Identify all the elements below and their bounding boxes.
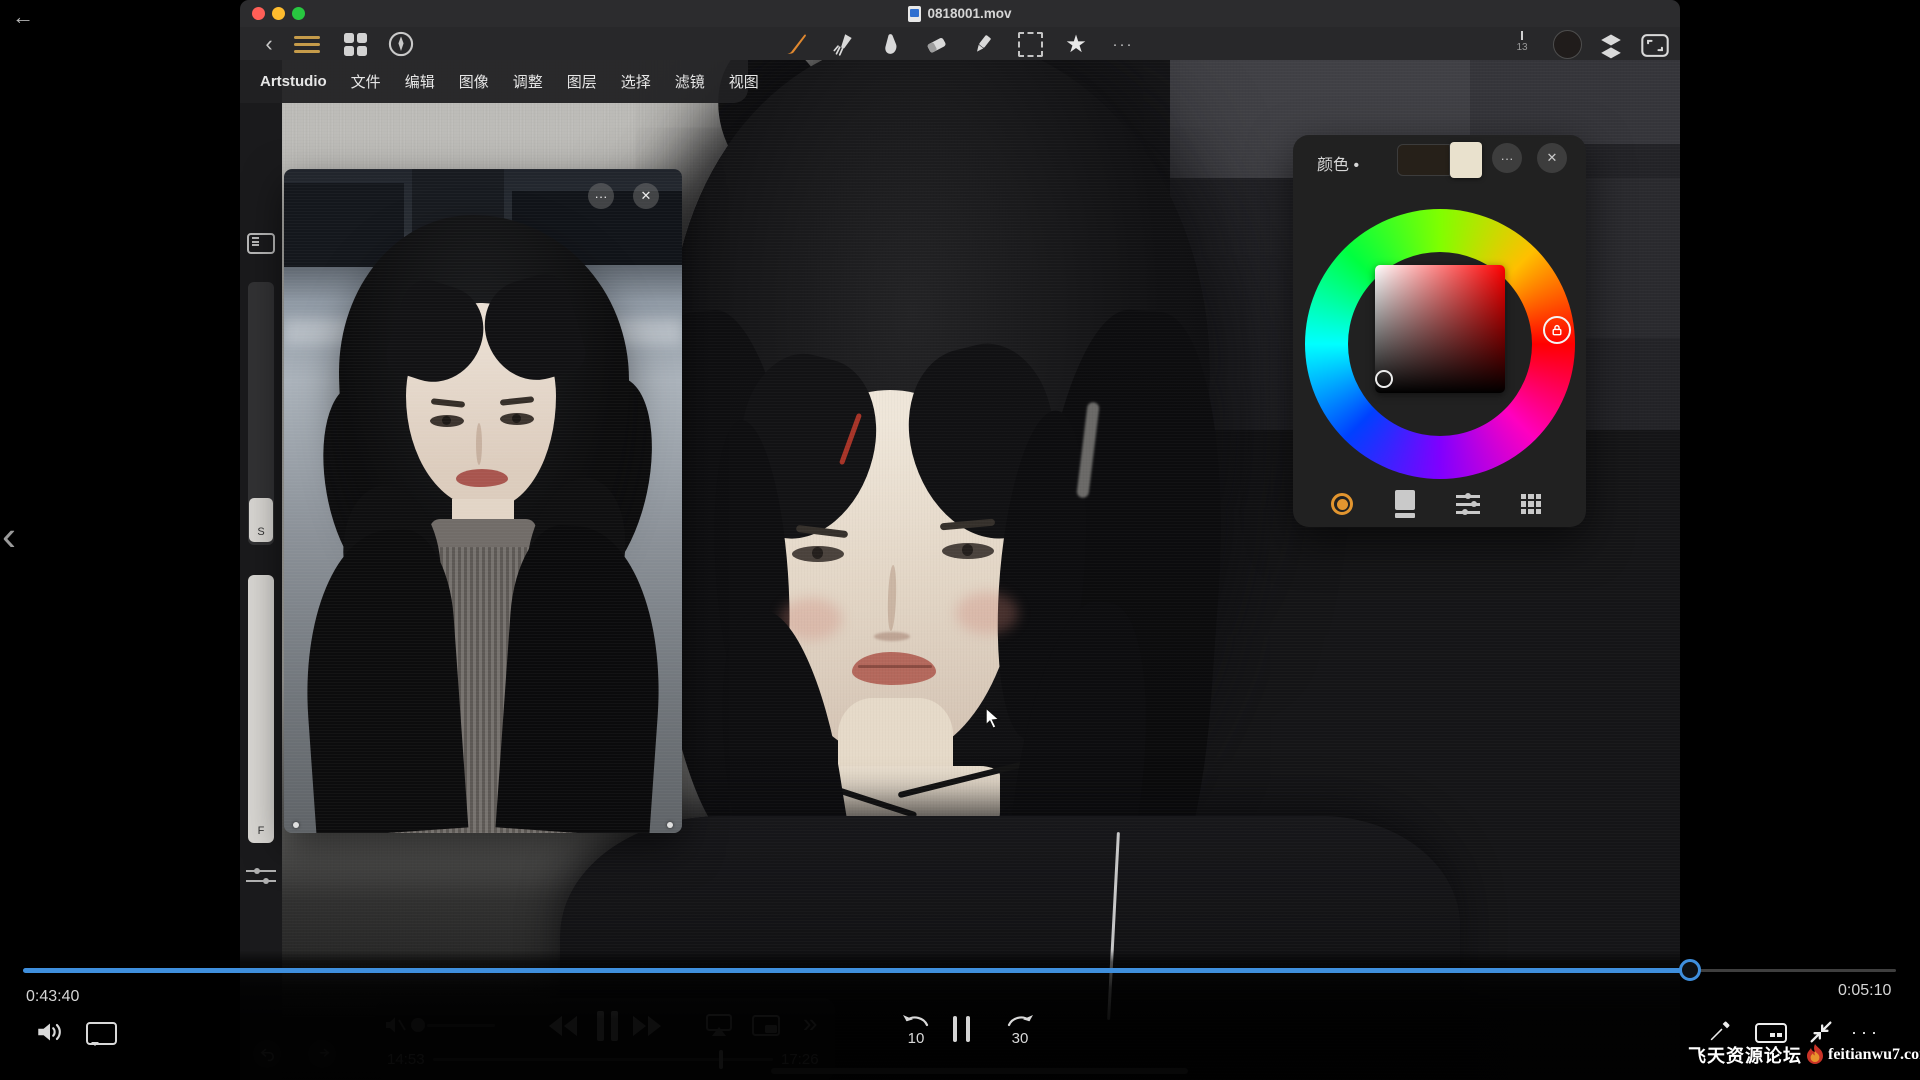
elapsed-time: 0:43:40: [26, 988, 79, 1006]
remaining-time: 0:05:10: [1838, 982, 1891, 1000]
menu-adjust[interactable]: 调整: [501, 71, 555, 92]
artstudio-toolbar: [240, 27, 1680, 60]
brush-size-slider[interactable]: S: [248, 282, 274, 545]
color-panel: 颜色 • ··· ✕: [1293, 135, 1586, 527]
brush-settings-icon[interactable]: [246, 866, 276, 888]
resize-handle[interactable]: [293, 822, 299, 828]
progress-knob[interactable]: [1679, 959, 1701, 981]
reference-more-button[interactable]: ···: [588, 183, 614, 209]
menu-select[interactable]: 选择: [609, 71, 663, 92]
skip-forward-button[interactable]: 30: [1000, 1012, 1042, 1052]
palette-mode-tab[interactable]: [1514, 487, 1548, 521]
brush-flow-slider[interactable]: F: [248, 575, 274, 843]
menu-hamburger-icon[interactable]: [292, 29, 322, 59]
back-chevron-icon[interactable]: ‹: [254, 29, 284, 59]
smudge-tool-icon[interactable]: [875, 29, 905, 59]
secondary-color-swatch[interactable]: [1450, 142, 1482, 178]
layers-icon[interactable]: [1596, 30, 1626, 60]
menu-artstudio[interactable]: Artstudio: [260, 73, 339, 90]
mouse-cursor: [983, 706, 1003, 735]
reference-photo-panel[interactable]: ··· ✕: [284, 169, 682, 833]
favorites-star-icon[interactable]: ★: [1061, 29, 1091, 59]
paint-tool-icon[interactable]: [781, 29, 811, 59]
sb-cursor[interactable]: [1375, 370, 1393, 388]
watermark: 飞天资源论坛 feitianwu7.com: [1688, 1042, 1920, 1068]
menu-bar: Artstudio 文件 编辑 图像 调整 图层 选择 滤镜 视图: [240, 60, 748, 103]
wheel-mode-tab[interactable]: [1325, 487, 1359, 521]
select-tool-icon[interactable]: [1015, 29, 1045, 59]
pressure-pen-icon[interactable]: [386, 29, 416, 59]
window-title: 0818001.mov: [240, 0, 1680, 27]
resize-handle[interactable]: [667, 822, 673, 828]
reference-close-button[interactable]: ✕: [633, 183, 659, 209]
more-tools-icon[interactable]: ···: [1108, 29, 1138, 59]
menu-edit[interactable]: 编辑: [393, 71, 447, 92]
saturation-brightness-square[interactable]: [1375, 265, 1505, 393]
brush-sidebar: S F: [240, 60, 282, 1080]
fullscreen-icon[interactable]: [1640, 30, 1670, 60]
menu-layer[interactable]: 图层: [555, 71, 609, 92]
captions-button[interactable]: [86, 1022, 117, 1045]
size-slider-thumb[interactable]: S: [249, 498, 273, 542]
primary-color-swatch[interactable]: [1397, 144, 1450, 176]
color-panel-close-button[interactable]: ✕: [1537, 143, 1567, 173]
color-panel-title: 颜色 •: [1317, 151, 1359, 175]
skip-back-button[interactable]: 10: [894, 1012, 936, 1052]
watermark-site-name: 飞天资源论坛: [1688, 1042, 1802, 1068]
menu-filter[interactable]: 滤镜: [663, 71, 717, 92]
gallery-grid-icon[interactable]: [340, 29, 370, 59]
back-arrow-icon[interactable]: ←: [12, 4, 34, 30]
current-color-swatch[interactable]: [1553, 30, 1582, 59]
sliders-mode-tab[interactable]: [1451, 487, 1485, 521]
svg-text:30: 30: [1012, 1030, 1029, 1047]
size-tick-icon: [1521, 31, 1523, 40]
menu-view[interactable]: 视图: [717, 71, 771, 92]
color-panel-more-button[interactable]: ···: [1492, 143, 1522, 173]
eraser-tool-icon[interactable]: [921, 29, 951, 59]
video-window[interactable]: 0818001.mov ‹ ★ ··· 13: [240, 0, 1680, 1080]
wet-paint-tool-icon[interactable]: [828, 29, 858, 59]
window-titlebar: 0818001.mov: [240, 0, 1680, 28]
player-stage: ← ‹ 0818001.mov ‹: [0, 0, 1920, 1080]
more-options-button[interactable]: ···: [1851, 1022, 1881, 1043]
pause-button[interactable]: [953, 1016, 970, 1042]
panel-toggle-icon[interactable]: [247, 233, 275, 254]
volume-button[interactable]: [34, 1018, 66, 1046]
fill-tube-tool-icon[interactable]: [968, 29, 998, 59]
movie-file-icon: [908, 6, 921, 22]
brush-size-indicator: 13: [1512, 31, 1532, 53]
box-mode-tab[interactable]: [1388, 487, 1422, 521]
progress-fill: [23, 968, 1690, 973]
flame-logo-icon: [1804, 1043, 1826, 1067]
watermark-domain: feitianwu7.com: [1828, 1046, 1920, 1064]
collapse-panel-chevron-icon[interactable]: ‹: [2, 512, 16, 560]
menu-image[interactable]: 图像: [447, 71, 501, 92]
hue-lock-indicator[interactable]: [1543, 316, 1571, 344]
svg-text:10: 10: [908, 1030, 925, 1047]
menu-file[interactable]: 文件: [339, 71, 393, 92]
